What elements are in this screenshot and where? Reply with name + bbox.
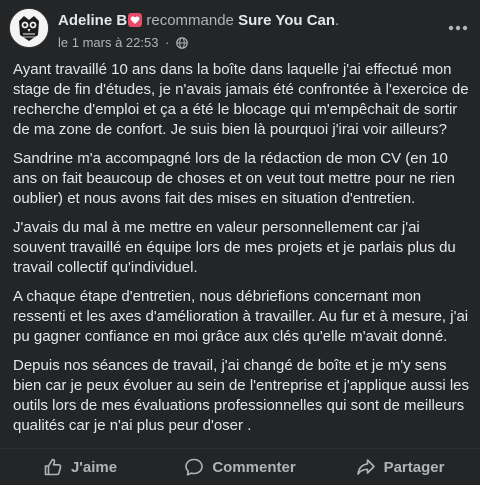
post-body: Ayant travaillé 10 ans dans la boîte dan… [13, 60, 469, 445]
meta-separator: · [165, 35, 170, 50]
post-meta: le 1 mars à 22:53 · [58, 35, 188, 51]
post-paragraph: J'avais du mal à me mettre en valeur per… [13, 219, 456, 276]
more-dots-icon [448, 25, 468, 31]
post-card: Adeline B recommande Sure You Can. le 1 … [0, 0, 480, 484]
recommended-page-name[interactable]: Sure You Can [238, 12, 335, 29]
post-title-line: Adeline B recommande Sure You Can. [58, 11, 339, 31]
comment-label: Commenter [212, 458, 296, 476]
like-button[interactable]: J'aime [0, 450, 160, 484]
author-name[interactable]: Adeline B [58, 12, 127, 29]
post-paragraph: A chaque étape d'entretien, nous débrief… [13, 288, 469, 345]
recommend-verb: recommande [146, 12, 234, 29]
post-paragraph: Depuis nos séances de travail, j'ai chan… [13, 357, 470, 434]
post-paragraph: Sandrine m'a accompagné lors de la rédac… [13, 150, 455, 207]
post-actions-bar: J'aime Commenter Partager [0, 448, 480, 485]
post-paragraph: Ayant travaillé 10 ans dans la boîte dan… [13, 61, 469, 138]
post-date[interactable]: le 1 mars à 22:53 [58, 35, 158, 50]
heart-badge-icon [128, 13, 143, 27]
more-options-button[interactable] [444, 14, 472, 42]
share-arrow-icon [356, 459, 375, 475]
post-header: Adeline B recommande Sure You Can. le 1 … [0, 0, 480, 56]
share-button[interactable]: Partager [320, 450, 480, 484]
author-avatar[interactable] [9, 8, 49, 48]
owl-avatar-icon [10, 9, 48, 47]
share-label: Partager [383, 458, 445, 476]
globe-icon[interactable] [176, 37, 188, 49]
title-period: . [335, 12, 340, 29]
speech-bubble-icon [185, 458, 204, 476]
thumbs-up-icon [44, 458, 62, 476]
like-label: J'aime [70, 458, 118, 476]
comment-button[interactable]: Commenter [160, 450, 320, 484]
